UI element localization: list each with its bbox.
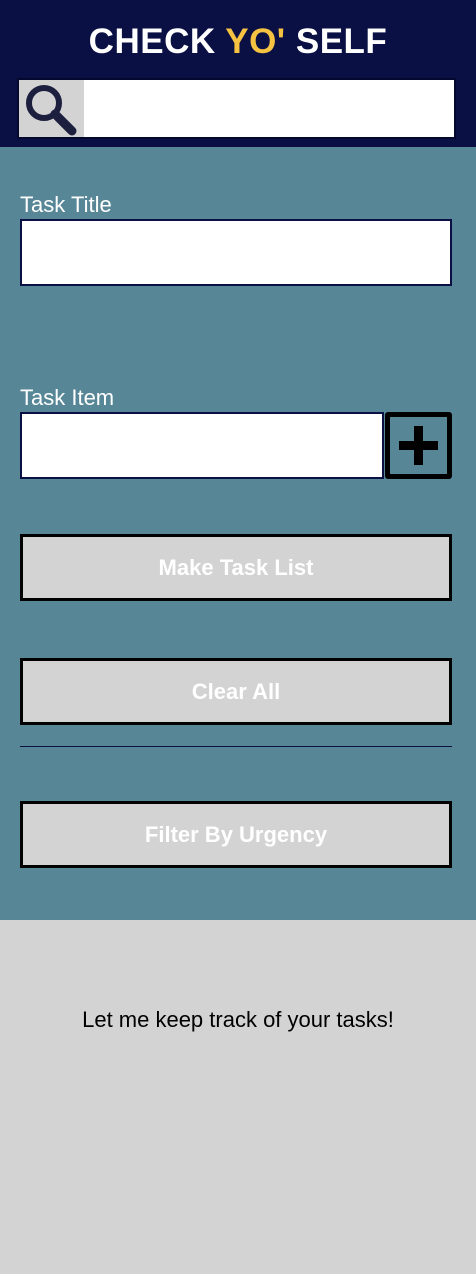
app-title-accent: YO' bbox=[225, 22, 286, 61]
search-bar bbox=[17, 78, 456, 139]
sidebar-divider bbox=[20, 746, 452, 747]
clear-all-button[interactable]: Clear All bbox=[20, 658, 452, 725]
task-item-label: Task Item bbox=[20, 385, 115, 410]
search-button[interactable] bbox=[19, 80, 84, 137]
app-header: CHECK YO' SELF bbox=[0, 0, 476, 147]
task-title-input[interactable] bbox=[20, 219, 452, 286]
app-title-part1: CHECK bbox=[88, 22, 226, 61]
make-task-list-button[interactable]: Make Task List bbox=[20, 534, 452, 601]
filter-by-urgency-button[interactable]: Filter By Urgency bbox=[20, 801, 452, 868]
app-title: CHECK YO' SELF bbox=[0, 22, 476, 62]
add-task-item-button[interactable] bbox=[385, 412, 452, 479]
app-title-part2: SELF bbox=[285, 22, 388, 61]
empty-state-message: Let me keep track of your tasks! bbox=[82, 1007, 394, 1032]
search-icon bbox=[26, 85, 77, 136]
task-item-input[interactable] bbox=[20, 412, 384, 479]
search-input[interactable] bbox=[84, 80, 454, 137]
task-title-label: Task Title bbox=[20, 192, 112, 217]
plus-icon bbox=[399, 426, 438, 465]
